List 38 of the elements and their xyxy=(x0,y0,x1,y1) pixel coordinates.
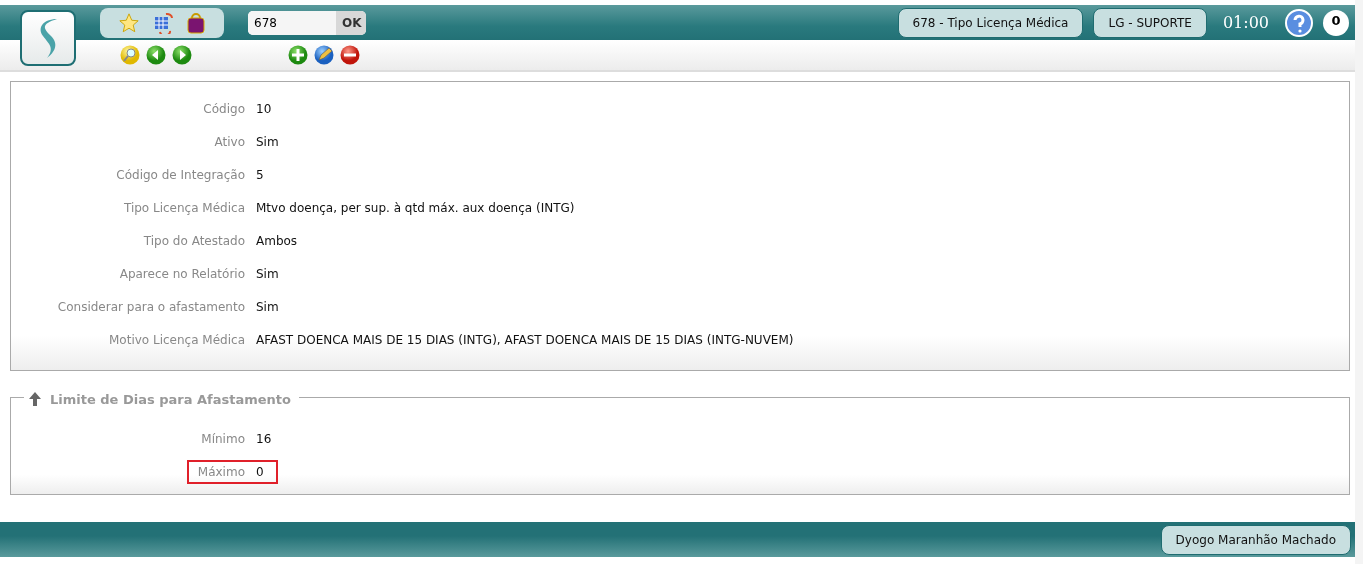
star-icon[interactable] xyxy=(118,11,140,34)
field-label: Tipo Licença Médica xyxy=(122,200,246,215)
notification-count[interactable]: 0 xyxy=(1323,9,1349,36)
field-label: Tipo do Atestado xyxy=(142,233,246,248)
field-label: Motivo Licença Médica xyxy=(108,332,246,347)
user-group-button[interactable]: LG - SUPORTE xyxy=(1093,7,1207,38)
field-value: 5 xyxy=(256,167,264,182)
remove-icon[interactable] xyxy=(340,45,360,65)
field-label: Ativo xyxy=(213,134,246,149)
field-label: Mínimo xyxy=(200,431,246,446)
search-field[interactable]: 678 OK xyxy=(248,10,366,35)
field-value: Mtvo doença, per sup. à qtd máx. aux doença (INTG) xyxy=(256,200,575,215)
field-label: Código de Integração xyxy=(115,167,246,182)
ok-button[interactable]: OK xyxy=(336,10,366,35)
field-label: Código xyxy=(202,101,246,116)
magnifier-icon[interactable] xyxy=(120,45,140,65)
session-time: 01:00 xyxy=(1222,13,1269,32)
field-value: AFAST DOENCA MAIS DE 15 DIAS (INTG), AFAST DOENCA MAIS DE 15 DIAS (INTG-NUVEM) xyxy=(256,332,794,347)
screen-button[interactable]: 678 - Tipo Licença Médica xyxy=(897,7,1084,38)
field-value: Sim xyxy=(256,266,279,281)
user-name-button[interactable]: Dyogo Maranhão Machado xyxy=(1160,524,1351,555)
pencil-icon[interactable] xyxy=(314,45,334,65)
help-icon[interactable] xyxy=(1285,8,1313,37)
field-label: Máximo xyxy=(196,464,246,479)
up-arrow-icon[interactable] xyxy=(28,391,42,407)
field-value: Sim xyxy=(256,299,279,314)
field-value: Ambos xyxy=(256,233,298,248)
field-label: Considerar para o afastamento xyxy=(56,299,246,314)
field-label: Aparece no Relatório xyxy=(118,266,246,281)
calendar-sync-icon[interactable] xyxy=(152,11,174,34)
bag-icon[interactable] xyxy=(186,11,206,34)
field-value: 16 xyxy=(256,431,272,446)
add-icon[interactable] xyxy=(288,45,308,65)
field-value: 10 xyxy=(256,101,272,116)
field-value: Sim xyxy=(256,134,279,149)
field-value: 0 xyxy=(256,464,264,479)
section-title: Limite de Dias para Afastamento xyxy=(50,391,291,407)
app-logo[interactable] xyxy=(20,10,76,66)
